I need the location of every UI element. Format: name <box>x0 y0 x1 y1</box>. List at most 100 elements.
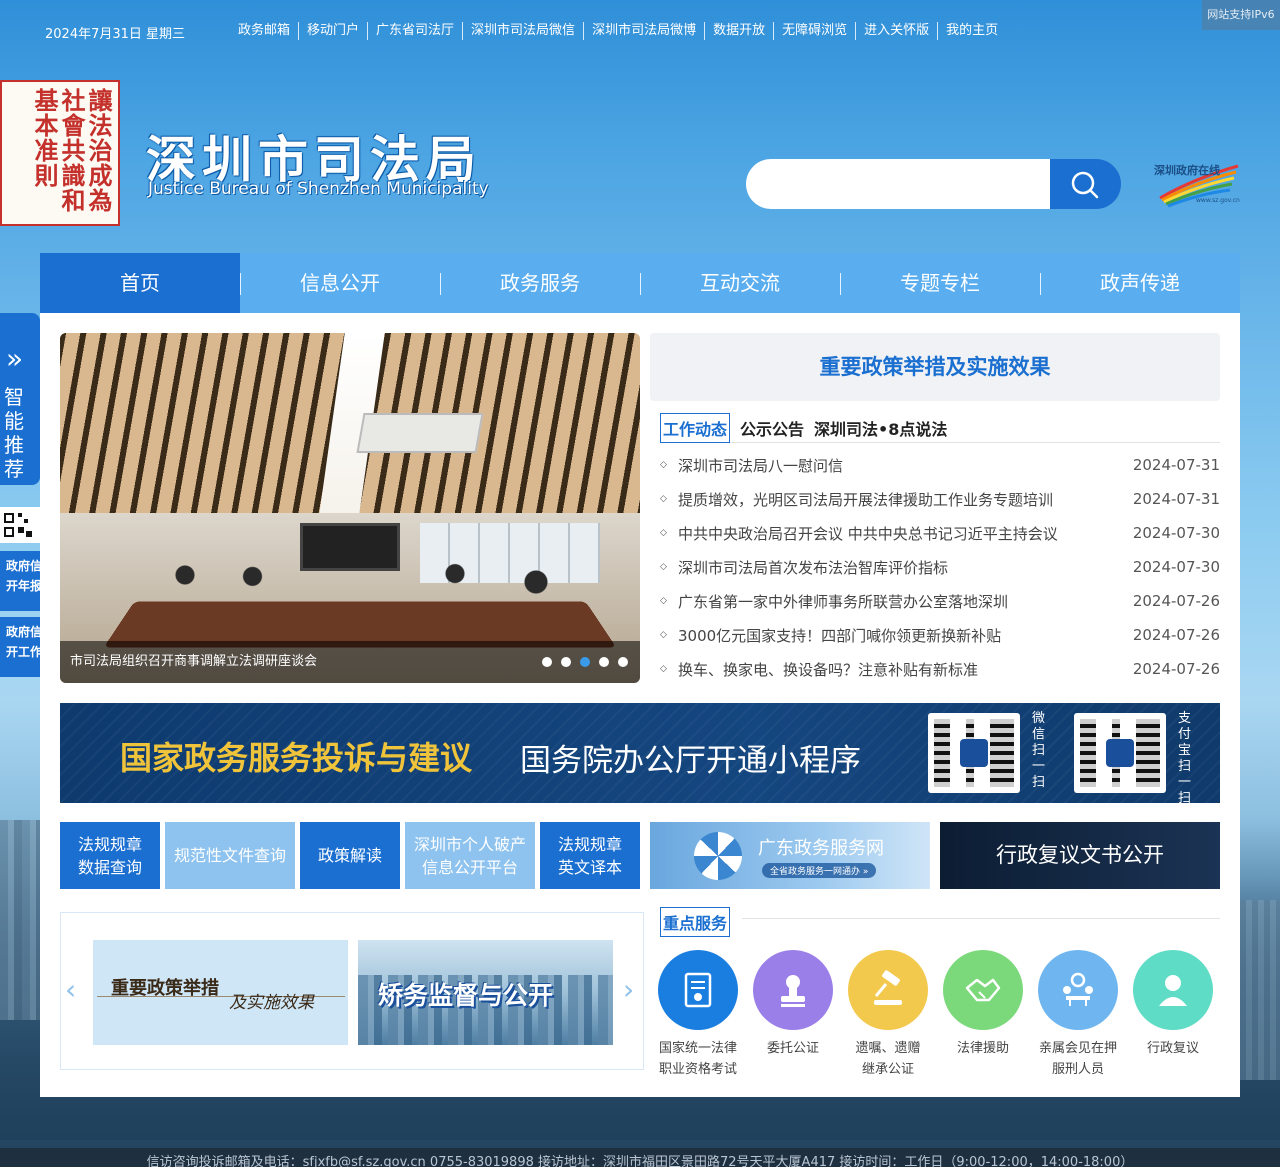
carousel-dot[interactable] <box>542 657 552 667</box>
search-input[interactable] <box>746 159 1056 209</box>
alipay-qr-code[interactable] <box>1074 713 1166 793</box>
news-title: 广东省第一家中外律师事务所联营办公室落地深圳 <box>678 592 1009 611</box>
service-family-visit[interactable]: 亲属会见在押 服刑人员 <box>1033 950 1123 1080</box>
news-item[interactable]: ◇ 深圳市司法局八一慰问信 2024-07-31 <box>660 448 1220 482</box>
carousel-dot[interactable] <box>599 657 609 667</box>
carousel-dot[interactable] <box>618 657 628 667</box>
slide1-text-b: 及实施效果 <box>229 993 314 1013</box>
pinwheel-icon <box>694 832 742 880</box>
work-report-button[interactable]: 政府信息公开工作年报 <box>0 617 40 677</box>
nav-home-label: 首页 <box>120 271 160 295</box>
news-item[interactable]: ◇ 中共中央政治局召开会议 中共中央总书记习近平主持会议 2024-07-30 <box>660 516 1220 550</box>
news-item[interactable]: ◇ 3000亿元国家支持！四部门喊你领更新换新补贴 2024-07-26 <box>660 618 1220 652</box>
diamond-bullet-icon: ◇ <box>660 596 667 606</box>
service-will-notary[interactable]: 遗嘱、遗赠 继承公证 <box>843 950 933 1080</box>
top-link-mobile[interactable]: 移动门户 <box>299 22 369 40</box>
nav-voice[interactable]: 政声传递 <box>1040 253 1240 313</box>
ipv6-badge: 网站支持IPv6 <box>1202 0 1280 30</box>
news-date: 2024-07-31 <box>1132 456 1220 474</box>
chevron-left-icon[interactable]: ‹ <box>65 973 76 1006</box>
gavel-icon <box>874 970 902 1005</box>
search-button[interactable] <box>1050 159 1121 209</box>
nav-info-open-label: 信息公开 <box>300 271 380 295</box>
slide-correction-supervision[interactable]: 矫务监督与公开 <box>358 940 613 1045</box>
news-carousel[interactable]: 市司法局组织召开商事调解立法调研座谈会 <box>60 333 640 683</box>
tab-work-news[interactable]: 工作动态 <box>660 413 731 443</box>
regulations-query-button[interactable]: 法规规章 数据查询 <box>60 822 160 889</box>
meeting-icon <box>1063 972 1093 1006</box>
annual-report-button[interactable]: 政府信息公开年报 <box>0 551 40 611</box>
shenzhen-logo-text: 深圳政府在线 <box>1154 164 1220 177</box>
service-legal-exam[interactable]: 国家统一法律 职业资格考试 <box>653 950 743 1080</box>
top-link-accessibility[interactable]: 无障碍浏览 <box>774 22 857 40</box>
news-title: 中共中央政治局召开会议 中共中央总书记习近平主持会议 <box>678 524 1058 543</box>
service-notary-entrust[interactable]: 委托公证 <box>748 950 838 1059</box>
regulations-english-button[interactable]: 法规规章 英文译本 <box>540 822 640 889</box>
normative-docs-button[interactable]: 规范性文件查询 <box>165 822 295 889</box>
top-link-weibo[interactable]: 深圳市司法局微博 <box>584 22 706 40</box>
service-label: 遗嘱、遗赠 继承公证 <box>855 1041 921 1077</box>
carousel-photo-people <box>140 561 590 631</box>
smart-recommend-tab[interactable]: » 智能推荐 <box>0 313 40 485</box>
nav-home[interactable]: 首页 <box>40 253 240 313</box>
top-link-gd-justice[interactable]: 广东省司法厅 <box>368 22 464 40</box>
nav-divider <box>1040 273 1041 295</box>
policy-measures-link[interactable]: 重要政策举措及实施效果 <box>650 333 1220 401</box>
side-qr-code[interactable] <box>0 507 40 543</box>
top-link-mail[interactable]: 政务邮箱 <box>230 22 300 40</box>
shenzhen-gov-logo[interactable]: 深圳政府在线 www.sz.gov.cn <box>1150 160 1240 208</box>
nav-gov-service[interactable]: 政务服务 <box>440 253 640 313</box>
search-bar <box>746 159 1121 209</box>
wechat-qr-code[interactable] <box>928 713 1020 793</box>
diamond-bullet-icon: ◇ <box>660 528 667 538</box>
admin-review-docs-button[interactable]: 行政复议文书公开 <box>940 822 1220 889</box>
news-item[interactable]: ◇ 深圳市司法局首次发布法治智库评价指标 2024-07-30 <box>660 550 1220 584</box>
shenzhen-logo-url: www.sz.gov.cn <box>1196 197 1240 204</box>
news-date: 2024-07-26 <box>1132 592 1220 610</box>
news-title: 换车、换家电、换设备吗？注意补贴有新标准 <box>678 660 979 679</box>
diamond-bullet-icon: ◇ <box>660 664 667 674</box>
news-date: 2024-07-26 <box>1132 626 1220 644</box>
regulations-query-label: 法规规章 数据查询 <box>77 834 142 877</box>
news-date: 2024-07-30 <box>1132 524 1220 542</box>
handshake-icon-circle <box>943 950 1023 1030</box>
stamp-icon <box>781 975 805 1007</box>
diamond-bullet-icon: ◇ <box>660 630 667 640</box>
service-legal-aid[interactable]: 法律援助 <box>938 950 1028 1059</box>
top-link-wechat[interactable]: 深圳市司法局微信 <box>463 22 585 40</box>
chevron-right-icon[interactable]: › <box>623 973 634 1006</box>
top-link-my-home[interactable]: 我的主页 <box>938 22 1006 40</box>
news-item[interactable]: ◇ 提质增效，光明区司法局开展法律援助工作业务专题培训 2024-07-31 <box>660 482 1220 516</box>
person-icon-circle <box>1133 950 1213 1030</box>
smart-recommend-label: 智能推荐 <box>4 385 24 481</box>
nav-info-open[interactable]: 信息公开 <box>240 253 440 313</box>
nav-divider <box>840 273 841 295</box>
news-item[interactable]: ◇ 广东省第一家中外律师事务所联营办公室落地深圳 2024-07-26 <box>660 584 1220 618</box>
nav-interaction[interactable]: 互动交流 <box>640 253 840 313</box>
tab-8-oclock-law[interactable]: 深圳司法•8点说法 <box>814 416 947 440</box>
bankruptcy-info-button[interactable]: 深圳市个人破产 信息公开平台 <box>405 822 535 889</box>
news-date: 2024-07-31 <box>1132 490 1220 508</box>
policy-interpretation-button[interactable]: 政策解读 <box>300 822 400 889</box>
nav-topics[interactable]: 专题专栏 <box>840 253 1040 313</box>
nav-voice-label: 政声传递 <box>1100 271 1180 295</box>
diamond-bullet-icon: ◇ <box>660 460 667 470</box>
carousel-dot-active[interactable] <box>580 657 590 667</box>
wechat-scan-label: 微信扫一扫 <box>1032 711 1046 790</box>
service-admin-review[interactable]: 行政复议 <box>1128 950 1218 1059</box>
news-date: 2024-07-26 <box>1132 660 1220 678</box>
slide-policy-measures[interactable]: 重要政策举措 及实施效果 <box>93 940 348 1045</box>
banner-text-secondary: 国务院办公厅开通小程序 <box>520 743 861 779</box>
main-nav: 首页 信息公开 政务服务 互动交流 专题专栏 政声传递 <box>40 253 1240 313</box>
top-link-care-mode[interactable]: 进入关怀版 <box>856 22 939 40</box>
carousel-dot[interactable] <box>561 657 571 667</box>
top-link-open-data[interactable]: 数据开放 <box>705 22 775 40</box>
news-title: 深圳市司法局八一慰问信 <box>678 456 844 475</box>
complaint-banner[interactable]: 国家政务服务投诉与建议 国务院办公厅开通小程序 微信扫一扫 支付宝扫一扫 <box>60 703 1220 803</box>
diamond-bullet-icon: ◇ <box>660 562 667 572</box>
news-item[interactable]: ◇ 换车、换家电、换设备吗？注意补贴有新标准 2024-07-26 <box>660 652 1220 686</box>
stamp-icon-circle <box>753 950 833 1030</box>
guangdong-gov-service-button[interactable]: 广东政务服务网 全省政务服务一网通办 » <box>650 822 930 889</box>
tab-announcements[interactable]: 公示公告 <box>740 416 804 440</box>
seal-text: 讓法治成為社會共識和基本准則 <box>30 88 113 213</box>
